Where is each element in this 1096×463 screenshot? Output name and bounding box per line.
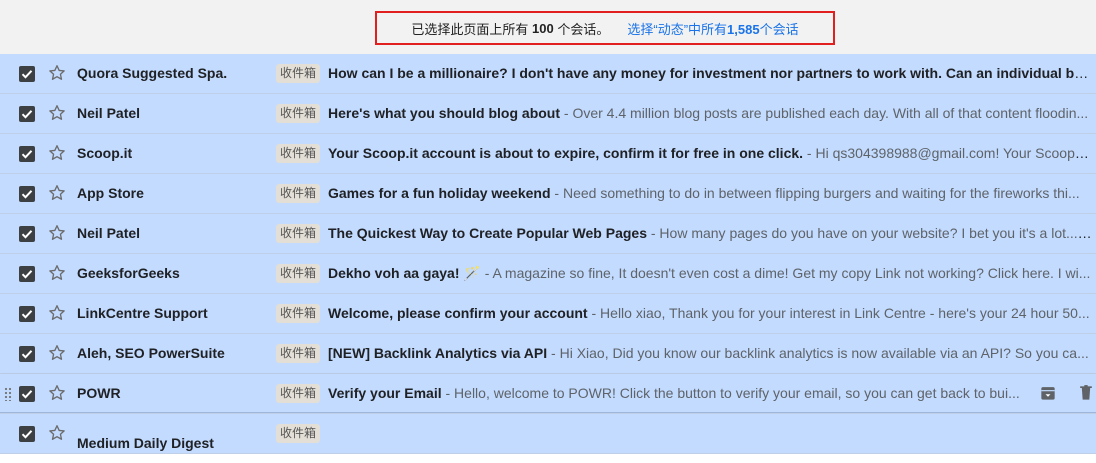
row-hover-actions: [1038, 383, 1096, 403]
star-outline-icon[interactable]: [47, 343, 67, 363]
star-outline-icon[interactable]: [47, 303, 67, 323]
star-outline-icon[interactable]: [47, 383, 67, 403]
star-outline-icon[interactable]: [47, 223, 67, 243]
inbox-label-badge: 收件箱: [276, 344, 321, 363]
message-snippet: - Over 4.4 million blog posts are publis…: [560, 105, 1089, 121]
conversation-row[interactable]: POWR 收件箱 Verify your Email - Hello, welcom…: [0, 374, 1096, 414]
message-preview[interactable]: The Quickest Way to Create Popular Web P…: [328, 214, 1092, 253]
trash-icon[interactable]: [1076, 383, 1096, 403]
conversation-row[interactable]: App Store 收件箱 Games for a fun holiday week…: [0, 174, 1096, 214]
archive-icon[interactable]: [1038, 383, 1058, 403]
message-snippet: - A magazine so fine, It doesn't even co…: [480, 265, 1091, 281]
message-snippet: - How many pages do you have on your web…: [646, 225, 1092, 241]
select-all-count[interactable]: 1,585: [727, 22, 760, 37]
checkbox-checked-icon[interactable]: [19, 306, 35, 322]
select-all-prefix[interactable]: 选择“动态”中所有: [627, 22, 727, 37]
inbox-label-badge: 收件箱: [276, 384, 321, 403]
sender-name: Scoop.it: [77, 145, 133, 161]
sender-name: GeeksforGeeks: [77, 265, 180, 281]
message-subject: [NEW] Backlink Analytics via API: [328, 345, 548, 361]
selected-text: 已选择此页面上所有: [411, 21, 529, 37]
sender-name: POWR: [77, 385, 121, 401]
message-preview[interactable]: Verify your Email - Hello, welcome to PO…: [328, 374, 1036, 413]
conversation-row[interactable]: Medium Daily Digest 收件箱: [0, 414, 1096, 454]
star-outline-icon[interactable]: [47, 423, 67, 443]
sender-name: Neil Patel: [77, 105, 141, 121]
message-preview[interactable]: Welcome, please confirm your account - H…: [328, 294, 1092, 333]
inbox-label-badge: 收件箱: [276, 184, 321, 203]
message-preview[interactable]: Here's what you should blog about - Over…: [328, 94, 1092, 133]
inbox-label-badge: 收件箱: [276, 224, 321, 243]
message-subject: How can I be a millionaire? I don't have…: [328, 65, 1092, 81]
conversation-row[interactable]: Scoop.it 收件箱 Your Scoop.it account is abou…: [0, 134, 1096, 174]
selection-notice: 已选择此页面上所有 100 个会话。 选择“动态”中所有1,585个会话: [375, 11, 835, 45]
selection-banner: 已选择此页面上所有 100 个会话。 选择“动态”中所有1,585个会话: [0, 0, 1096, 57]
conversation-row[interactable]: Neil Patel 收件箱 The Quickest Way to Create …: [0, 214, 1096, 254]
message-subject: The Quickest Way to Create Popular Web P…: [328, 225, 647, 241]
sender-name: Quora Suggested Spa.: [77, 65, 228, 81]
star-outline-icon[interactable]: [47, 183, 67, 203]
message-snippet: - Hi qs304398988@gmail.com! Your Scoop.i…: [803, 145, 1092, 161]
conversation-row[interactable]: Neil Patel 收件箱 Here's what you should blog…: [0, 94, 1096, 134]
selected-suffix: 个会话。: [557, 21, 610, 37]
conversation-row[interactable]: Aleh, SEO PowerSuite 收件箱 [NEW] Backlink An…: [0, 334, 1096, 374]
checkbox-checked-icon[interactable]: [19, 426, 35, 442]
message-snippet: - Hello, welcome to POWR! Click the butt…: [441, 385, 1020, 401]
message-subject: Dekho voh aa gaya! 🪄: [328, 265, 481, 281]
message-snippet: - Need something to do in between flippi…: [550, 185, 1080, 201]
select-all-conversations-link[interactable]: 选择“动态”中所有1,585个会话: [627, 19, 798, 38]
conversation-row[interactable]: Quora Suggested Spa. 收件箱 How can I be a mi…: [0, 54, 1096, 94]
inbox-label-badge: 收件箱: [276, 104, 321, 123]
drag-handle-icon[interactable]: [4, 387, 12, 401]
checkbox-checked-icon[interactable]: [19, 266, 35, 282]
select-all-suffix[interactable]: 个会话: [760, 22, 799, 37]
checkbox-checked-icon[interactable]: [19, 346, 35, 362]
inbox-label-badge: 收件箱: [276, 304, 321, 323]
conversation-row[interactable]: LinkCentre Support 收件箱 Welcome, please con…: [0, 294, 1096, 334]
checkbox-checked-icon[interactable]: [19, 386, 35, 402]
message-preview[interactable]: Your Scoop.it account is about to expire…: [328, 134, 1092, 173]
conversation-row[interactable]: GeeksforGeeks 收件箱 Dekho voh aa gaya! 🪄 - A…: [0, 254, 1096, 294]
inbox-label-badge: 收件箱: [276, 144, 321, 163]
message-preview[interactable]: Games for a fun holiday weekend - Need s…: [328, 174, 1092, 213]
inbox-label-badge: 收件箱: [276, 64, 321, 83]
message-subject: Welcome, please confirm your account: [328, 305, 588, 321]
message-subject: Your Scoop.it account is about to expire…: [328, 145, 804, 161]
sender-name: Neil Patel: [77, 225, 141, 241]
checkbox-checked-icon[interactable]: [19, 66, 35, 82]
sender-name: LinkCentre Support: [77, 305, 208, 321]
star-outline-icon[interactable]: [47, 63, 67, 83]
sender-name: Aleh, SEO PowerSuite: [77, 345, 225, 361]
message-preview[interactable]: [NEW] Backlink Analytics via API - Hi Xi…: [328, 334, 1092, 373]
star-outline-icon[interactable]: [47, 263, 67, 283]
message-preview[interactable]: How can I be a millionaire? I don't have…: [328, 54, 1092, 93]
star-outline-icon[interactable]: [47, 143, 67, 163]
message-subject: Here's what you should blog about: [328, 105, 561, 121]
selected-count: 100: [532, 20, 554, 36]
message-snippet: - Hello xiao, Thank you for your interes…: [587, 305, 1090, 321]
star-outline-icon[interactable]: [47, 103, 67, 123]
message-snippet: - Hi Xiao, Did you know our backlink ana…: [547, 345, 1089, 361]
conversation-list: Quora Suggested Spa. 收件箱 How can I be a mi…: [0, 54, 1096, 454]
message-subject: Verify your Email: [328, 385, 442, 401]
checkbox-checked-icon[interactable]: [19, 106, 35, 122]
inbox-label-badge: 收件箱: [276, 424, 321, 443]
checkbox-checked-icon[interactable]: [19, 186, 35, 202]
message-subject: Games for a fun holiday weekend: [328, 185, 551, 201]
inbox-label-badge: 收件箱: [276, 264, 321, 283]
checkbox-checked-icon[interactable]: [19, 226, 35, 242]
message-preview[interactable]: Dekho voh aa gaya! 🪄 - A magazine so fin…: [328, 254, 1092, 293]
checkbox-checked-icon[interactable]: [19, 146, 35, 162]
sender-name: App Store: [77, 185, 144, 201]
